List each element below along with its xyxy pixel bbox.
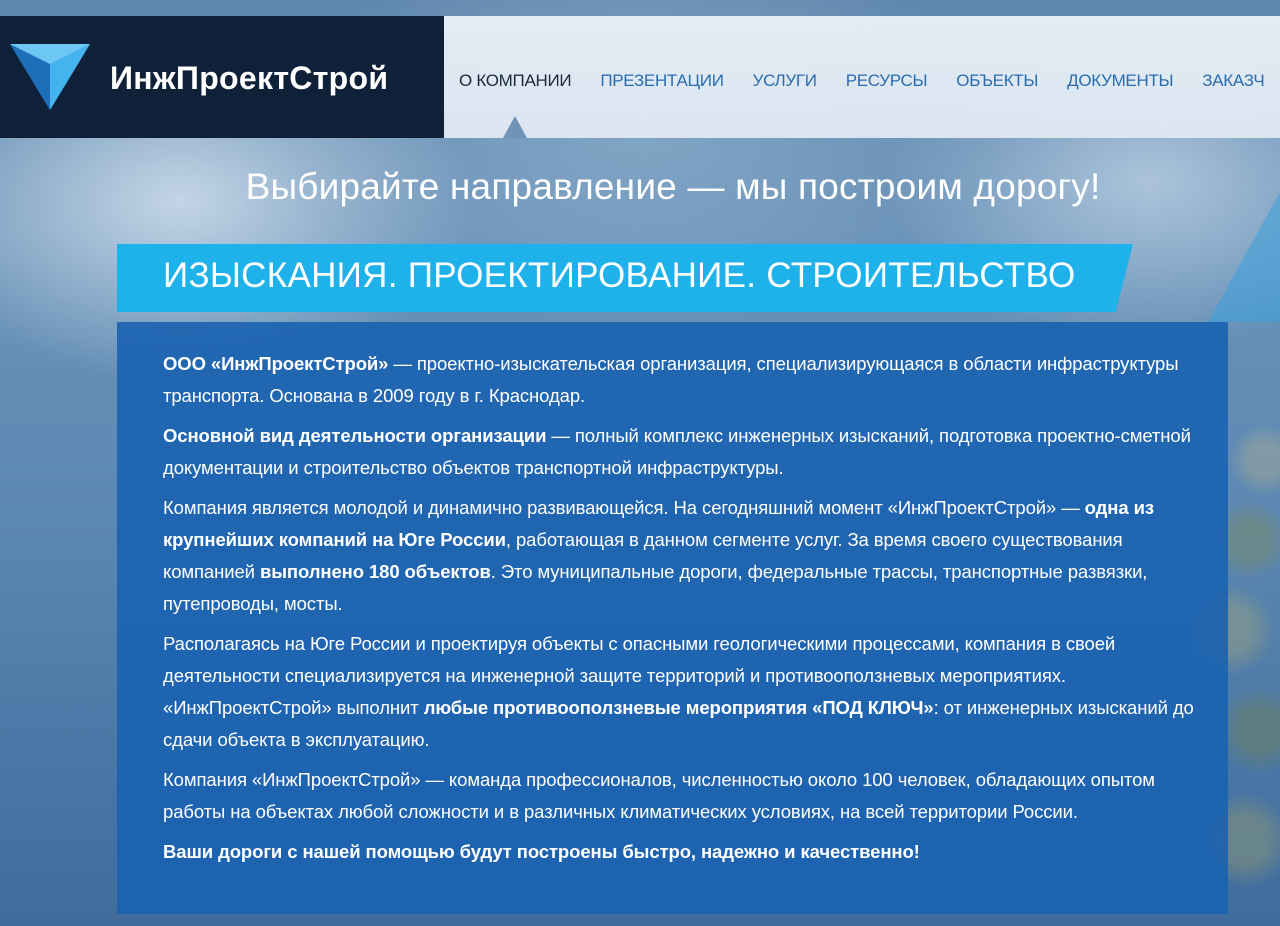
about-paragraph-3: Компания является молодой и динамично ра… [163, 497, 1154, 614]
nav-item-presentations[interactable]: ПРЕЗЕНТАЦИИ [600, 71, 724, 91]
closing-statement: Ваши дороги с нашей помощью будут постро… [163, 841, 920, 862]
about-paragraph-5: Компания «ИнжПроектСтрой» — команда проф… [163, 769, 1155, 822]
about-paragraph-6: Ваши дороги с нашей помощью будут постро… [163, 836, 1203, 868]
nav-list: О КОМПАНИИ ПРЕЗЕНТАЦИИ УСЛУГИ РЕСУРСЫ ОБ… [444, 71, 1265, 91]
nav-item-resources[interactable]: РЕСУРСЫ [846, 71, 928, 91]
about-paragraph-1: ООО «ИнжПроектСтрой» — проектно-изыскате… [163, 353, 1179, 406]
about-panel: ООО «ИнжПроектСтрой» — проектно-изыскате… [117, 322, 1228, 914]
main-nav: О КОМПАНИИ ПРЕЗЕНТАЦИИ УСЛУГИ РЕСУРСЫ ОБ… [444, 16, 1280, 138]
hero-slogan: Выбирайте направление — мы построим доро… [245, 166, 1101, 207]
nav-item-services[interactable]: УСЛУГИ [753, 71, 817, 91]
triangle-logo-icon [10, 44, 90, 110]
section-banner: ИЗЫСКАНИЯ. ПРОЕКТИРОВАНИЕ. СТРОИТЕЛЬСТВО [117, 244, 1133, 312]
company-name-bold: ООО «ИнжПроектСтрой» [163, 353, 389, 374]
site-header: ИнжПроектСтрой О КОМПАНИИ ПРЕЗЕНТАЦИИ УС… [0, 16, 1280, 138]
about-text: ООО «ИнжПроектСтрой» — проектно-изыскате… [163, 348, 1203, 876]
active-nav-pointer [503, 116, 527, 138]
brand-name: ИнжПроектСтрой [110, 60, 389, 96]
nav-item-documents[interactable]: ДОКУМЕНТЫ [1067, 71, 1173, 91]
nav-item-objects[interactable]: ОБЪЕКТЫ [956, 71, 1038, 91]
nav-item-clients[interactable]: ЗАКАЗЧ [1202, 71, 1264, 91]
main-activity-bold: Основной вид деятельности организации [163, 425, 547, 446]
brand-block[interactable]: ИнжПроектСтрой [0, 16, 444, 138]
about-paragraph-2: Основной вид деятельности организации — … [163, 425, 1191, 478]
nav-item-about[interactable]: О КОМПАНИИ [459, 71, 572, 91]
section-title: ИЗЫСКАНИЯ. ПРОЕКТИРОВАНИЕ. СТРОИТЕЛЬСТВО [163, 256, 1076, 295]
decorative-triangle [1208, 192, 1280, 322]
about-paragraph-4: Располагаясь на Юге России и проектируя … [163, 633, 1194, 750]
